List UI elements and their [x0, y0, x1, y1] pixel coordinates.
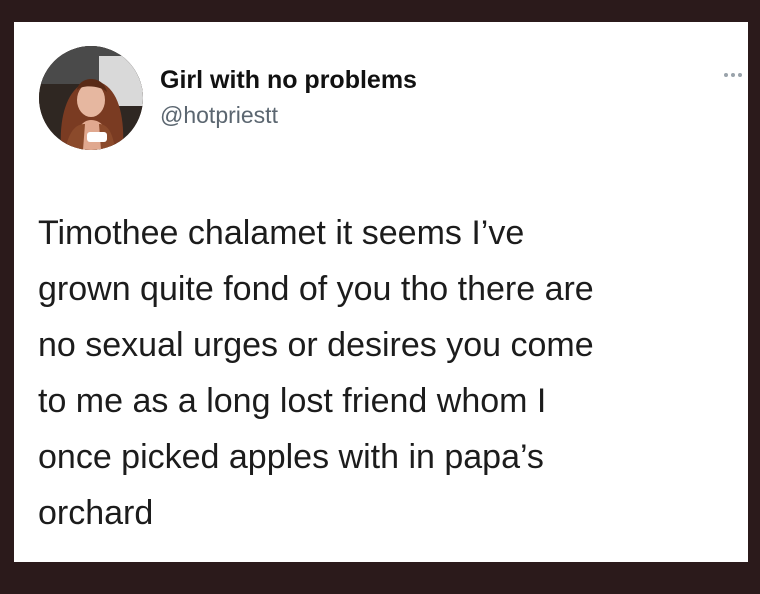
frame-top-border [0, 0, 760, 22]
avatar[interactable] [39, 46, 143, 150]
dot-icon [724, 73, 728, 77]
dot-icon [731, 73, 735, 77]
tweet-card: Girl with no problems @hotpriestt Timoth… [14, 22, 748, 562]
profile-photo-icon [39, 46, 143, 150]
display-name[interactable]: Girl with no problems [160, 66, 417, 95]
frame-bottom-border [0, 562, 760, 594]
tweet-text: Timothee chalamet it seems I’ve grown qu… [38, 214, 594, 532]
dot-icon [738, 73, 742, 77]
frame-right-border [748, 0, 760, 594]
more-options-icon[interactable] [724, 70, 750, 80]
frame-left-border [0, 0, 14, 594]
user-handle[interactable]: @hotpriestt [160, 102, 278, 129]
